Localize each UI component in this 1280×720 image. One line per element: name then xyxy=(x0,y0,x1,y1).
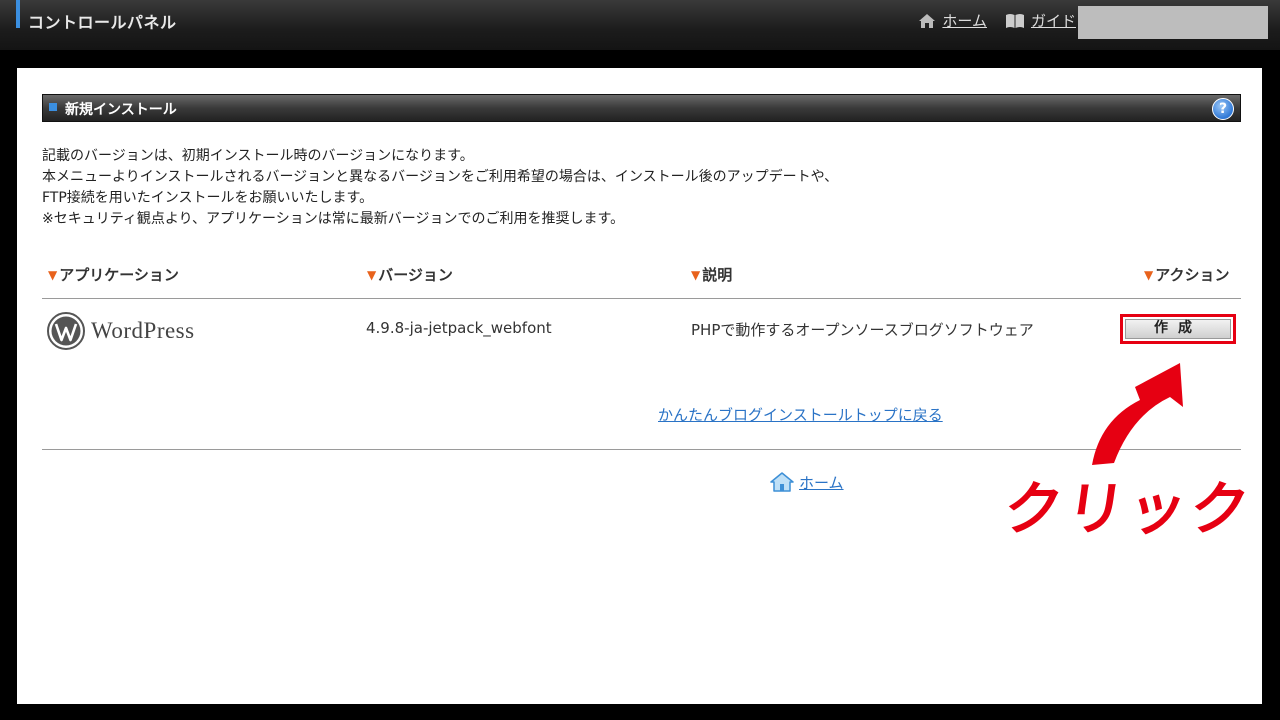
column-header-label: 説明 xyxy=(702,266,733,284)
nav-guide-label: ガイド xyxy=(1030,12,1076,30)
footer-home-link[interactable]: ホーム xyxy=(769,471,844,493)
column-header-label: アクション xyxy=(1155,266,1230,284)
column-header-application[interactable]: ▼ アプリケーション xyxy=(48,264,179,285)
wordpress-icon xyxy=(47,312,85,350)
app-title: コントロールパネル xyxy=(28,13,177,32)
user-info-box xyxy=(1078,6,1268,39)
sort-marker-icon: ▼ xyxy=(1144,267,1154,282)
column-header-label: バージョン xyxy=(378,266,453,284)
nav-guide-link[interactable]: ガイド xyxy=(1005,10,1076,31)
description-line: 記載のバージョンは、初期インストール時のバージョンになります。 xyxy=(42,148,474,164)
create-button[interactable]: 作成 xyxy=(1120,314,1236,344)
footer-home-label: ホーム xyxy=(799,473,844,492)
top-nav: ホーム ガイド xyxy=(918,10,1076,31)
description-line: FTP接続を用いたインストールをお願いいたします。 xyxy=(42,190,374,206)
book-icon xyxy=(1005,13,1024,28)
wordpress-wordmark: WordPress xyxy=(91,318,195,343)
sort-marker-icon: ▼ xyxy=(691,267,701,282)
back-to-top-link[interactable]: かんたんブログインストールトップに戻る xyxy=(658,404,943,425)
home-icon xyxy=(919,13,936,28)
description-cell: PHPで動作するオープンソースブログソフトウェア xyxy=(691,321,1034,339)
column-header-description[interactable]: ▼ 説明 xyxy=(691,264,732,285)
description-line: 本メニューよりインストールされるバージョンと異なるバージョンをご利用希望の場合は… xyxy=(42,169,839,185)
main-panel: 新規インストール ? 記載のバージョンは、初期インストール時のバージョンになりま… xyxy=(17,68,1262,704)
create-button-label: 作成 xyxy=(1125,319,1231,339)
footer-divider xyxy=(42,449,1241,450)
description: 記載のバージョンは、初期インストール時のバージョンになります。 本メニューよりイ… xyxy=(42,146,838,230)
column-header-label: アプリケーション xyxy=(59,266,179,284)
top-bar: コントロールパネル ホーム ガイド xyxy=(0,0,1280,50)
sort-marker-icon: ▼ xyxy=(48,267,58,282)
column-header-action[interactable]: ▼ アクション xyxy=(1144,264,1230,285)
help-icon[interactable]: ? xyxy=(1212,98,1234,120)
section-marker xyxy=(49,103,57,111)
annotation-text: クリック xyxy=(999,475,1258,543)
column-header-version[interactable]: ▼ バージョン xyxy=(367,264,453,285)
title-accent xyxy=(16,0,20,28)
description-line: ※セキュリティ観点より、アプリケーションは常に最新バージョンでのご利用を推奨しま… xyxy=(42,211,625,227)
nav-home-link[interactable]: ホーム xyxy=(918,10,987,31)
nav-home-label: ホーム xyxy=(942,12,987,30)
header-divider xyxy=(42,298,1241,299)
home-icon xyxy=(770,472,794,492)
section-title: 新規インストール xyxy=(65,102,177,118)
annotation-arrow-icon xyxy=(1092,363,1183,465)
version-cell: 4.9.8-ja-jetpack_webfont xyxy=(366,319,552,337)
sort-marker-icon: ▼ xyxy=(367,267,377,282)
wordpress-logo: WordPress xyxy=(47,312,195,350)
section-header: 新規インストール ? xyxy=(42,94,1241,122)
